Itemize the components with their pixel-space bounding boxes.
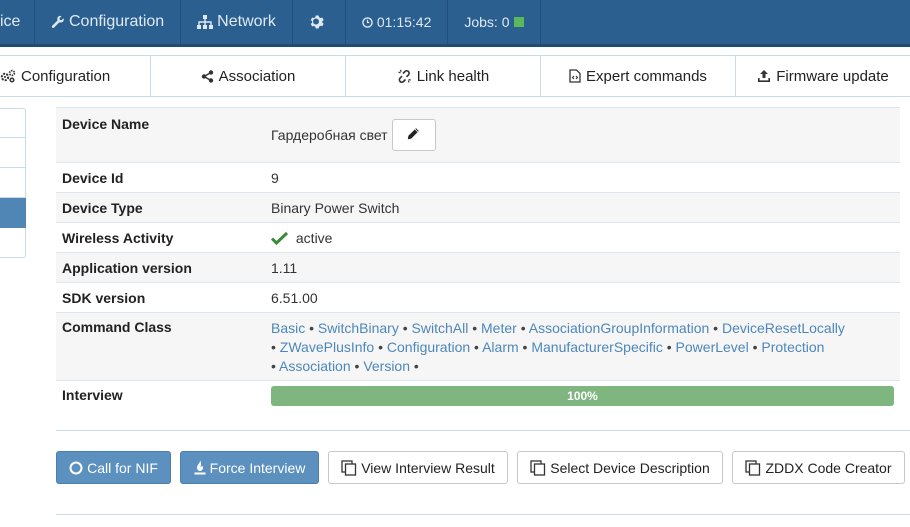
- button-label: ZDDX Code Creator: [765, 459, 892, 476]
- jobs-status-indicator: [513, 17, 524, 27]
- command-class-link[interactable]: Alarm: [482, 339, 519, 355]
- command-class-link[interactable]: ManufacturerSpecific: [531, 339, 663, 355]
- call-for-nif-button[interactable]: Call for NIF: [56, 451, 171, 484]
- device-name-value: Гардеробная свет: [271, 127, 388, 143]
- copy-icon: [341, 459, 357, 476]
- tab-configuration[interactable]: Configuration: [0, 56, 151, 96]
- device-info-table: Device Name Гардеробная свет Device Id 9…: [56, 107, 900, 410]
- command-class-link[interactable]: SwitchAll: [412, 320, 469, 336]
- tab-label: Configuration: [21, 67, 111, 85]
- row-label: Device Name: [62, 116, 150, 132]
- sidebar-list-item[interactable]: [0, 138, 26, 168]
- table-row-command-class: Command Class Basic • SwitchBinary • Swi…: [56, 312, 900, 380]
- device-id-value: 9: [271, 170, 279, 186]
- command-class-list: Basic • SwitchBinary • SwitchAll • Meter…: [271, 320, 845, 374]
- divider: [56, 514, 910, 515]
- tab-label: Link health: [416, 67, 490, 85]
- select-device-description-button[interactable]: Select Device Description: [517, 451, 723, 484]
- tab-link-health[interactable]: Link health: [346, 56, 541, 96]
- table-row-interview: Interview 100%: [56, 380, 900, 410]
- upload-icon: [757, 69, 771, 83]
- sidebar-list-item-active[interactable]: [0, 198, 26, 228]
- command-class-link[interactable]: SwitchBinary: [318, 320, 399, 336]
- button-label: Select Device Description: [550, 459, 710, 476]
- nav-item-settings[interactable]: [293, 0, 346, 44]
- table-row-sdk-version: SDK version 6.51.00: [56, 282, 900, 312]
- row-label: Device Type: [62, 200, 143, 216]
- edit-name-button[interactable]: [391, 119, 436, 151]
- interview-progress-bar: 100%: [271, 386, 894, 406]
- button-label: View Interview Result: [361, 459, 495, 476]
- nav-item-network[interactable]: Network: [181, 0, 293, 44]
- force-interview-button[interactable]: Force Interview: [180, 451, 319, 484]
- tab-association[interactable]: Association: [151, 56, 346, 96]
- top-navbar: ice Configuration Network 01:15:42 Jobs:…: [0, 0, 910, 47]
- button-label: Force Interview: [209, 459, 306, 476]
- wireless-activity-value: active: [295, 230, 333, 246]
- table-row-device-id: Device Id 9: [56, 162, 900, 192]
- copy-icon: [745, 459, 761, 476]
- row-label: SDK version: [62, 290, 146, 306]
- nav-item-jobs[interactable]: Jobs: 0: [448, 0, 541, 44]
- clock-value: 01:15:42: [376, 14, 432, 30]
- tab-firmware-update[interactable]: Firmware update: [736, 56, 910, 96]
- table-row-application-version: Application version 1.11: [56, 252, 900, 282]
- command-class-link[interactable]: Version: [363, 358, 410, 374]
- fire-icon: [194, 460, 206, 475]
- view-interview-result-button[interactable]: View Interview Result: [328, 451, 508, 484]
- pencil-icon: [407, 127, 420, 143]
- sidebar-list-item[interactable]: [0, 168, 26, 198]
- zddx-code-creator-button[interactable]: ZDDX Code Creator: [732, 451, 905, 484]
- nav-item-device[interactable]: ice: [0, 0, 35, 44]
- table-row-device-type: Device Type Binary Power Switch: [56, 192, 900, 222]
- circle-icon: [69, 461, 83, 475]
- row-label: Wireless Activity: [62, 230, 174, 246]
- row-label: Command Class: [62, 319, 172, 335]
- code-file-icon: [569, 69, 581, 83]
- command-class-link[interactable]: ZWavePlusInfo: [280, 339, 374, 355]
- tab-expert-commands[interactable]: Expert commands: [541, 56, 736, 96]
- nav-item-configuration[interactable]: Configuration: [35, 0, 182, 44]
- copy-icon: [530, 459, 546, 476]
- row-label: Device Id: [62, 170, 124, 186]
- command-class-link[interactable]: Basic: [271, 320, 305, 336]
- divider: [56, 430, 910, 431]
- tab-label: Expert commands: [586, 67, 707, 85]
- command-class-link[interactable]: DeviceResetLocally: [722, 320, 845, 336]
- row-label: Application version: [62, 260, 192, 276]
- table-row-device-name: Device Name Гардеробная свет: [56, 107, 900, 162]
- command-class-link[interactable]: Configuration: [387, 339, 470, 355]
- command-class-link[interactable]: Protection: [761, 339, 824, 355]
- application-version-value: 1.11: [271, 260, 298, 276]
- tab-label: Association: [218, 67, 296, 85]
- sitemap-icon: [197, 15, 214, 29]
- wrench-icon: [51, 15, 65, 29]
- jobs-label: Jobs: 0: [464, 14, 510, 30]
- device-type-value: Binary Power Switch: [271, 200, 400, 216]
- device-tabs: Configuration Association Link health Ex…: [0, 55, 910, 97]
- command-class-link[interactable]: Meter: [481, 320, 517, 336]
- command-class-link[interactable]: AssociationGroupInformation: [529, 320, 710, 336]
- command-class-link[interactable]: PowerLevel: [676, 339, 749, 355]
- broken-link-icon: [397, 69, 412, 84]
- share-icon: [201, 69, 214, 83]
- device-sidebar-list: [0, 108, 26, 258]
- sidebar-list-item[interactable]: [0, 228, 26, 258]
- nav-item-label: ice: [0, 13, 21, 30]
- nav-item-label: Network: [217, 13, 276, 30]
- sidebar-list-item[interactable]: [0, 108, 26, 138]
- gear-icon: [309, 14, 325, 30]
- command-class-link[interactable]: Association: [279, 358, 351, 374]
- table-row-wireless-activity: Wireless Activity active: [56, 222, 900, 252]
- button-label: Call for NIF: [87, 459, 158, 476]
- nav-item-label: Configuration: [69, 13, 165, 30]
- clock-icon: [362, 16, 373, 28]
- nav-item-clock: 01:15:42: [346, 0, 449, 44]
- sdk-version-value: 6.51.00: [271, 290, 318, 306]
- row-label: Interview: [62, 387, 123, 403]
- gears-icon: [0, 69, 16, 83]
- check-icon: [270, 231, 289, 249]
- tab-label: Firmware update: [776, 67, 889, 85]
